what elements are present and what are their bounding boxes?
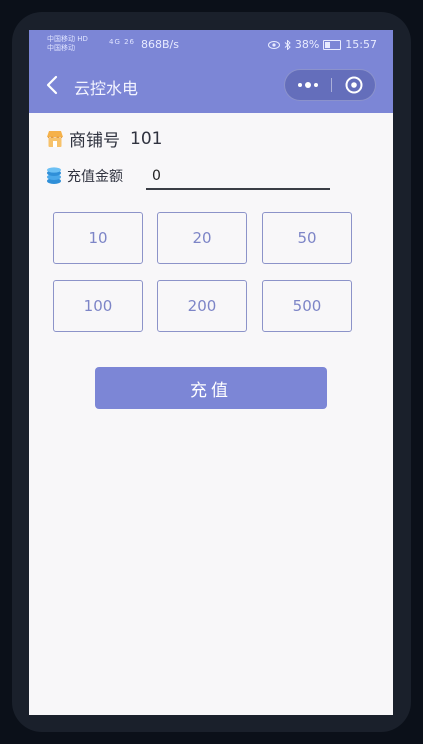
amount-input[interactable]: [146, 164, 330, 190]
clock: 15:57: [345, 38, 377, 51]
close-miniprogram-button[interactable]: [332, 70, 376, 100]
preset-10-button[interactable]: 10: [53, 212, 143, 264]
page-title: 云控水电: [74, 79, 139, 98]
shop-number-label: 商铺号: [69, 131, 120, 151]
battery-icon: [323, 39, 342, 50]
eye-icon: [267, 40, 280, 49]
preset-200-button[interactable]: 200: [157, 280, 247, 332]
back-arrow-icon[interactable]: [45, 74, 59, 96]
coins-icon: [47, 167, 61, 184]
status-bar: 中国移动 HD 中国移动 4G 26 868B/s 38% 15:57: [29, 30, 393, 58]
carrier-2: 中国移动: [47, 44, 75, 52]
battery-fill: [325, 41, 331, 48]
recharge-button[interactable]: 充值: [95, 367, 327, 409]
carrier-info: 中国移动 HD 中国移动: [47, 35, 88, 53]
nav-bar: 云控水电: [29, 58, 393, 113]
app-screen: 中国移动 HD 中国移动 4G 26 868B/s 38% 15:57 云控水电: [29, 30, 393, 715]
shop-number-value: 101: [130, 128, 163, 149]
shop-icon: [47, 130, 63, 147]
status-right: 38% 15:57: [267, 38, 377, 51]
bluetooth-icon: [284, 39, 291, 50]
battery-percent: 38%: [294, 38, 320, 51]
amount-label: 充值金额: [67, 169, 123, 185]
preset-50-button[interactable]: 50: [262, 212, 352, 264]
carrier-1: 中国移动 HD: [47, 35, 88, 43]
more-dots-icon: [298, 82, 318, 88]
network-indicator: 4G 26: [109, 38, 136, 46]
more-button[interactable]: [285, 70, 331, 100]
target-close-icon: [345, 76, 363, 94]
network-speed: 868B/s: [141, 38, 179, 51]
preset-500-button[interactable]: 500: [262, 280, 352, 332]
preset-100-button[interactable]: 100: [53, 280, 143, 332]
preset-20-button[interactable]: 20: [157, 212, 247, 264]
shop-number-row: 商铺号 101: [45, 126, 162, 151]
miniprogram-capsule: [284, 69, 376, 101]
amount-row: 充值金额: [45, 166, 123, 186]
